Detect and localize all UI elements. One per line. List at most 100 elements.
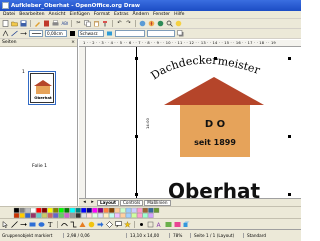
house-body-shape[interactable] [180, 105, 250, 157]
color-swatch[interactable] [86, 207, 92, 213]
gallery-tool-icon[interactable] [174, 221, 181, 228]
menu-insert[interactable]: Einfügen [69, 12, 89, 17]
color-swatch[interactable] [19, 207, 25, 213]
roof-shape[interactable] [164, 77, 264, 105]
color-swatch[interactable] [142, 207, 148, 213]
points-icon[interactable] [138, 221, 145, 228]
stars-icon[interactable] [124, 220, 131, 228]
menu-modify[interactable]: Ändern [133, 12, 150, 17]
tab-layout[interactable]: Layout [97, 199, 119, 206]
line-color-icon[interactable] [69, 30, 76, 37]
color-swatch[interactable] [153, 207, 160, 213]
color-swatch[interactable] [13, 207, 20, 213]
slide-thumbnail[interactable]: Oberhat [30, 73, 54, 103]
color-swatch[interactable] [47, 207, 53, 213]
tab-controls[interactable]: Controls [119, 199, 144, 206]
text-tool-icon[interactable]: T [47, 221, 54, 228]
area-style-select[interactable] [115, 30, 145, 37]
selection-handle[interactable] [288, 193, 291, 196]
close-icon[interactable]: × [71, 40, 75, 45]
save-icon[interactable] [20, 20, 27, 27]
color-swatch[interactable] [58, 207, 64, 213]
from-file-icon[interactable] [165, 221, 172, 228]
color-swatch[interactable] [53, 207, 59, 213]
hyperlink-icon[interactable] [139, 20, 146, 27]
menu-window[interactable]: Fenster [153, 12, 170, 17]
selection-handle[interactable] [135, 193, 138, 196]
color-swatch[interactable] [75, 207, 81, 213]
zoom-icon[interactable] [166, 20, 173, 27]
area-fill-icon[interactable] [106, 30, 113, 37]
color-swatch[interactable] [109, 207, 115, 213]
fontwork-icon[interactable]: A [156, 221, 163, 228]
arrow-line-tool-icon[interactable] [20, 221, 27, 228]
navigator-icon[interactable] [148, 20, 155, 27]
undo-icon[interactable]: ↶ [116, 20, 123, 27]
status-zoom[interactable]: 78% [173, 233, 191, 238]
tab-scroll-right-icon[interactable]: ▸ [89, 199, 96, 206]
styles-icon[interactable] [2, 30, 9, 37]
drawing-canvas[interactable]: 14:00 Dachdeckermeister D O seit 1899 Ob… [86, 47, 301, 198]
menu-tools[interactable]: Extras [114, 12, 129, 17]
selection-handle[interactable] [288, 57, 291, 60]
menu-file[interactable]: Datei [3, 12, 15, 17]
color-swatch[interactable] [120, 207, 126, 213]
color-swatch[interactable] [69, 207, 76, 213]
gallery-icon[interactable] [157, 20, 164, 27]
menu-edit[interactable]: Bearbeiten [19, 12, 44, 17]
cut-icon[interactable]: ✂ [75, 20, 82, 27]
color-swatch[interactable] [114, 207, 120, 213]
color-swatch[interactable] [64, 207, 70, 213]
selection-handle[interactable] [135, 135, 138, 138]
line-style-select[interactable] [29, 30, 43, 37]
line-icon[interactable] [11, 30, 18, 37]
color-swatch[interactable] [81, 207, 87, 213]
select-arrow-icon[interactable] [2, 220, 9, 228]
edit-file-icon[interactable] [34, 20, 41, 27]
flowchart-icon[interactable] [106, 220, 113, 228]
selection-handle[interactable] [214, 57, 217, 60]
vertical-ruler[interactable] [79, 47, 86, 198]
extrusion-icon[interactable] [183, 221, 190, 228]
footer-text[interactable]: Oberhat [168, 179, 260, 198]
color-swatch[interactable] [41, 207, 48, 213]
color-swatch[interactable] [148, 207, 154, 213]
color-swatch[interactable] [125, 207, 132, 213]
color-swatch[interactable] [92, 207, 98, 213]
spellcheck-icon[interactable]: ABC [61, 20, 69, 27]
arrow-style-icon[interactable] [20, 30, 27, 37]
menu-view[interactable]: Ansicht [49, 12, 66, 17]
clone-formatting-icon[interactable] [102, 20, 109, 27]
house-text-initials[interactable]: D O [205, 119, 225, 130]
house-text-since[interactable]: seit 1899 [194, 138, 236, 147]
color-swatch[interactable] [97, 207, 104, 213]
rectangle-tool-icon[interactable] [29, 221, 36, 228]
menu-help[interactable]: Hilfe [174, 12, 184, 17]
color-swatch[interactable] [137, 207, 143, 213]
line-tool-icon[interactable] [11, 220, 18, 228]
area-color-select[interactable] [147, 30, 175, 37]
redo-icon[interactable]: ↷ [125, 20, 132, 27]
help-icon[interactable] [175, 20, 182, 27]
color-swatch[interactable] [36, 207, 42, 213]
selection-handle[interactable] [288, 135, 291, 138]
line-width-field[interactable]: 0,00cm [45, 30, 67, 37]
glue-points-icon[interactable] [147, 221, 154, 228]
color-swatch[interactable] [131, 207, 137, 213]
arc-heading-text[interactable]: Dachdeckermeister [148, 54, 262, 83]
basic-shapes-icon[interactable] [79, 221, 86, 228]
selection-handle[interactable] [135, 57, 138, 60]
export-pdf-icon[interactable] [43, 20, 50, 27]
new-document-icon[interactable] [2, 20, 9, 27]
shadow-icon[interactable] [177, 30, 184, 37]
symbol-shapes-icon[interactable] [88, 221, 95, 228]
color-swatch[interactable] [25, 207, 31, 213]
ellipse-tool-icon[interactable] [38, 221, 45, 228]
connector-tool-icon[interactable] [70, 221, 77, 228]
block-arrows-icon[interactable] [97, 221, 104, 228]
color-swatch[interactable] [30, 207, 36, 213]
curve-tool-icon[interactable] [61, 221, 68, 228]
tab-scroll-left-icon[interactable]: ◂ [81, 199, 88, 206]
tab-dimension-lines[interactable]: Maßlinien [144, 199, 171, 206]
line-color-select[interactable]: Schwarz [78, 30, 104, 37]
